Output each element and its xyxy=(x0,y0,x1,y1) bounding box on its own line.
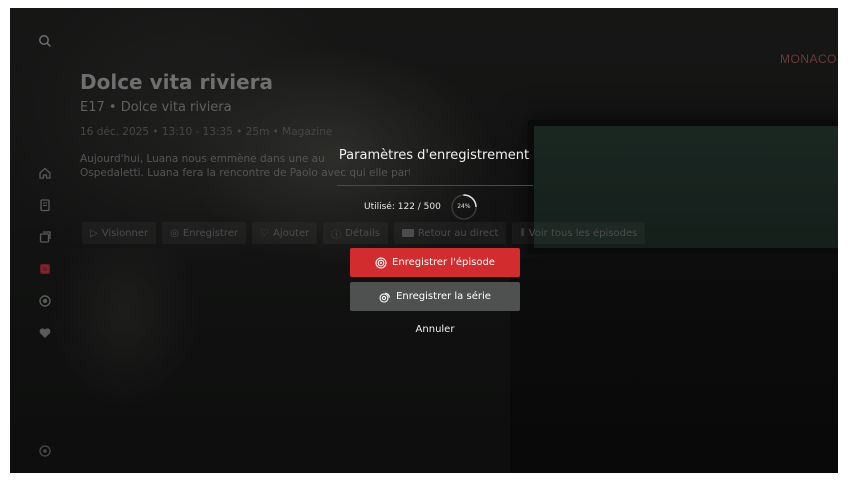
action-bar: ▷ Visionner ◎ Enregistrer ♡ Ajouter ⓘ Dé… xyxy=(82,222,646,244)
storage-usage: Utilisé: 122 / 500 24% xyxy=(364,194,479,220)
usage-ring: 24% xyxy=(449,192,479,222)
details-button[interactable]: ⓘ Détails xyxy=(323,222,388,244)
tv-screen: MONACO Dolce vita riviera E17 • Dolce vi… xyxy=(10,8,838,473)
play-icon: ▷ xyxy=(90,227,98,239)
episode-title: E17 • Dolce vita riviera xyxy=(80,100,232,115)
description-line-2: Ospedaletti. Luana fera la rencontre de … xyxy=(80,167,410,179)
back-to-live-label: Retour au direct xyxy=(417,227,499,239)
record-episode-button[interactable]: Enregistrer l'épisode xyxy=(350,248,520,277)
record-episode-label: Enregistrer l'épisode xyxy=(392,257,495,268)
program-title: Dolce vita riviera xyxy=(80,70,274,94)
replay-icon[interactable] xyxy=(38,230,52,244)
cancel-button[interactable]: Annuler xyxy=(350,320,520,340)
record-label: Enregistrer xyxy=(182,227,239,239)
library-icon: ⫴ xyxy=(520,227,525,239)
watch-button[interactable]: ▷ Visionner xyxy=(82,222,157,244)
heart-add-icon: ♡ xyxy=(260,227,269,239)
record-button[interactable]: ◎ Enregistrer xyxy=(162,222,247,244)
live-icon xyxy=(401,229,414,237)
program-meta: 16 déc. 2025 • 13:10 - 13:35 • 25m • Mag… xyxy=(80,126,333,138)
modal-title: Paramètres d'enregistrement xyxy=(338,148,530,163)
usage-text: Utilisé: 122 / 500 xyxy=(364,202,441,212)
add-label: Ajouter xyxy=(272,227,310,239)
usage-percent: 24% xyxy=(457,203,471,210)
all-episodes-label: Voir tous les épisodes xyxy=(528,227,638,239)
record-series-button[interactable]: Enregistrer la série xyxy=(350,282,520,311)
details-label: Détails xyxy=(345,227,380,239)
live-icon[interactable] xyxy=(38,294,52,308)
record-icon: ◎ xyxy=(170,227,179,239)
settings-icon[interactable] xyxy=(38,444,52,458)
search-icon[interactable] xyxy=(38,34,52,48)
all-episodes-button[interactable]: ⫴ Voir tous les épisodes xyxy=(512,222,646,244)
modal-divider xyxy=(337,185,533,186)
guide-icon[interactable] xyxy=(38,198,52,212)
record-series-label: Enregistrer la série xyxy=(396,291,491,302)
favorites-icon[interactable] xyxy=(38,326,52,340)
info-icon: ⓘ xyxy=(331,229,342,241)
record-series-icon xyxy=(379,291,391,303)
watch-label: Visionner xyxy=(101,227,149,239)
back-to-live-button[interactable]: Retour au direct xyxy=(393,222,507,244)
record-icon xyxy=(375,256,387,269)
channel-logo: MONACO xyxy=(780,52,837,66)
recordings-icon[interactable] xyxy=(38,262,52,276)
add-favorite-button[interactable]: ♡ Ajouter xyxy=(252,222,318,244)
home-icon[interactable] xyxy=(38,166,52,180)
